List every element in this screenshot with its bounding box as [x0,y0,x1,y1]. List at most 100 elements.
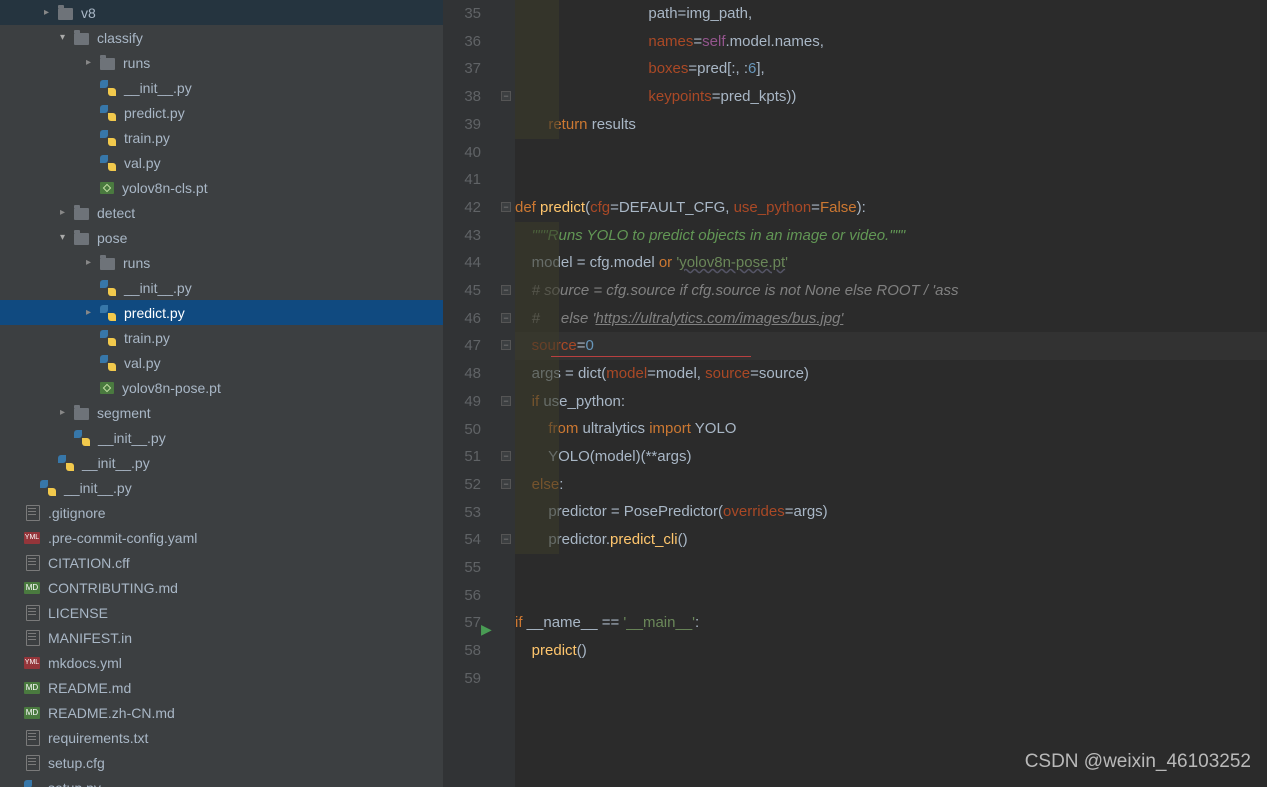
chevron-right-icon[interactable] [86,307,96,318]
pyfile-icon [100,155,116,171]
code-line[interactable]: def predict(cfg=DEFAULT_CFG, use_python=… [515,194,1267,222]
tree-item-label: v8 [81,5,96,21]
code-line[interactable]: return results [515,111,1267,139]
tree-item-train-py[interactable]: train.py [0,325,443,350]
yml-icon [24,532,40,544]
tree-item-label: setup.py [48,780,101,787]
tree-item--pre-commit-config-yaml[interactable]: .pre-commit-config.yaml [0,525,443,550]
fold-marker[interactable]: − [501,340,511,350]
tree-item-setup-cfg[interactable]: setup.cfg [0,750,443,775]
chevron-down-icon[interactable] [60,232,70,243]
project-tree[interactable]: v8classifyruns__init__.pypredict.pytrain… [0,0,443,787]
code-line[interactable]: keypoints=pred_kpts)) [515,83,1267,111]
watermark: CSDN @weixin_46103252 [1025,751,1251,773]
tree-item-setup-py[interactable]: setup.py [0,775,443,787]
code-line[interactable]: if __name__ == '__main__': [515,609,1267,637]
chevron-right-icon[interactable] [60,407,70,418]
code-line[interactable] [515,166,1267,194]
fold-marker[interactable]: − [501,534,511,544]
tree-item-v8[interactable]: v8 [0,0,443,25]
code-line[interactable] [515,581,1267,609]
tree-item---init---py[interactable]: __init__.py [0,425,443,450]
tree-item-label: mkdocs.yml [48,655,122,671]
fold-marker[interactable]: − [501,91,511,101]
code-line[interactable]: """Runs YOLO to predict objects in an im… [515,222,1267,250]
line-number: 37 [443,55,481,83]
txt-icon [24,605,40,621]
weight-icon [100,382,114,394]
line-number: 43 [443,222,481,250]
run-gutter-icon[interactable]: ▶ [481,616,492,644]
code-line[interactable]: YOLO(model)(**args) [515,443,1267,471]
tree-item-segment[interactable]: segment [0,400,443,425]
tree-item-manifest-in[interactable]: MANIFEST.in [0,625,443,650]
fold-column[interactable]: − − − − − − − − − [499,0,515,787]
code-editor[interactable]: path=img_path, names=self.model.names, b… [515,0,1267,787]
line-number-gutter: 3536373839404142434445464748495051525354… [443,0,499,787]
tree-item-val-py[interactable]: val.py [0,150,443,175]
code-line[interactable]: # source = cfg.source if cfg.source is n… [515,277,1267,305]
tree-item-yolov8n-cls-pt[interactable]: yolov8n-cls.pt [0,175,443,200]
tree-item---init---py[interactable]: __init__.py [0,450,443,475]
fold-marker[interactable]: − [501,285,511,295]
ide-root: v8classifyruns__init__.pypredict.pytrain… [0,0,1267,787]
tree-item-license[interactable]: LICENSE [0,600,443,625]
code-line[interactable] [515,554,1267,582]
tree-item-readme-zh-cn-md[interactable]: README.zh-CN.md [0,700,443,725]
code-line[interactable]: predictor.predict_cli() [515,526,1267,554]
tree-item-classify[interactable]: classify [0,25,443,50]
fold-marker[interactable]: − [501,202,511,212]
tree-item-label: segment [97,405,151,421]
tree-item-predict-py[interactable]: predict.py [0,100,443,125]
chevron-right-icon[interactable] [86,57,96,68]
tree-item-yolov8n-pose-pt[interactable]: yolov8n-pose.pt [0,375,443,400]
tree-item---init---py[interactable]: __init__.py [0,275,443,300]
chevron-right-icon[interactable] [44,7,54,18]
code-line[interactable]: args = dict(model=model, source=source) [515,360,1267,388]
tree-item-citation-cff[interactable]: CITATION.cff [0,550,443,575]
tree-item---init---py[interactable]: __init__.py [0,475,443,500]
code-line[interactable]: # else 'https://ultralytics.com/images/b… [515,305,1267,333]
code-line[interactable]: else: [515,471,1267,499]
tree-item-runs[interactable]: runs [0,50,443,75]
line-number: 52 [443,471,481,499]
tree-item-mkdocs-yml[interactable]: mkdocs.yml [0,650,443,675]
code-line[interactable]: names=self.model.names, [515,28,1267,56]
chevron-right-icon[interactable] [60,207,70,218]
fold-marker[interactable]: − [501,479,511,489]
code-line[interactable]: predict() [515,637,1267,665]
code-line[interactable] [515,138,1267,166]
chevron-down-icon[interactable] [60,32,70,43]
code-line[interactable]: path=img_path, [515,0,1267,28]
fold-marker[interactable]: − [501,313,511,323]
tree-item--gitignore[interactable]: .gitignore [0,500,443,525]
tree-item-train-py[interactable]: train.py [0,125,443,150]
code-line[interactable] [515,665,1267,693]
fold-marker[interactable]: − [501,396,511,406]
weight-icon [100,182,114,194]
tree-item-detect[interactable]: detect [0,200,443,225]
line-number: 55 [443,554,481,582]
tree-item-label: predict.py [124,305,185,321]
code-line[interactable]: boxes=pred[:, :6], [515,55,1267,83]
tree-item-val-py[interactable]: val.py [0,350,443,375]
folder-icon [100,58,115,70]
code-line[interactable]: if use_python: [515,388,1267,416]
tree-item-label: README.md [48,680,131,696]
tree-item-label: predict.py [124,105,185,121]
tree-item-pose[interactable]: pose [0,225,443,250]
tree-item-contributing-md[interactable]: CONTRIBUTING.md [0,575,443,600]
chevron-right-icon[interactable] [86,257,96,268]
code-line[interactable]: from ultralytics import YOLO [515,415,1267,443]
code-line[interactable]: predictor = PosePredictor(overrides=args… [515,498,1267,526]
code-line[interactable]: model = cfg.model or 'yolov8n-pose.pt' [515,249,1267,277]
fold-marker[interactable]: − [501,451,511,461]
tree-item-label: train.py [124,330,170,346]
tree-item---init---py[interactable]: __init__.py [0,75,443,100]
tree-item-runs[interactable]: runs [0,250,443,275]
tree-item-requirements-txt[interactable]: requirements.txt [0,725,443,750]
tree-item-readme-md[interactable]: README.md [0,675,443,700]
tree-item-label: .gitignore [48,505,106,521]
mdfile-icon [24,582,40,594]
tree-item-predict-py[interactable]: predict.py [0,300,443,325]
